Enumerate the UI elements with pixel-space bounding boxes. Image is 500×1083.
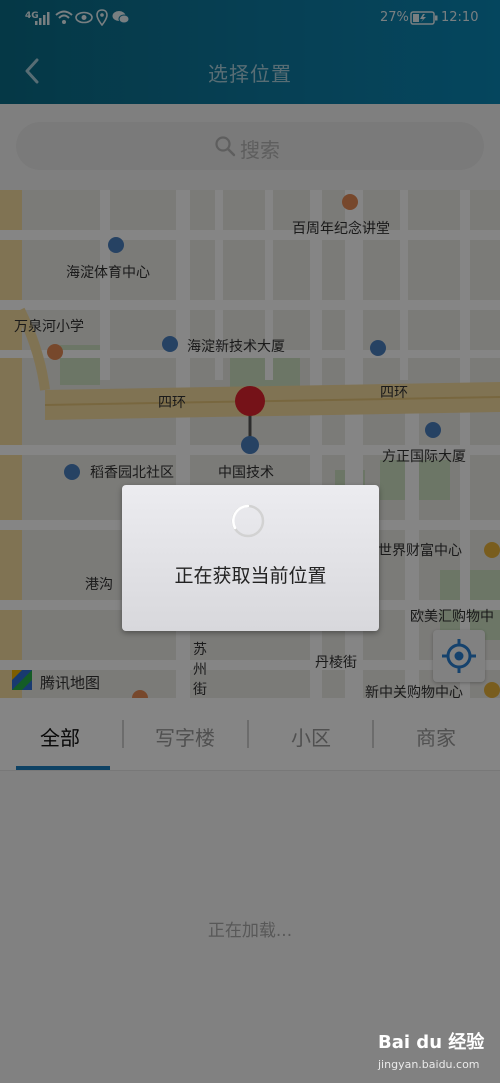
spinner-icon <box>231 504 265 538</box>
dialog-message: 正在获取当前位置 <box>174 565 327 587</box>
watermark-brand: Bai du 经验 <box>378 1032 485 1053</box>
baidu-watermark: Bai du 经验 jingyan.baidu.com <box>378 1028 496 1076</box>
watermark-url: jingyan.baidu.com <box>378 1058 480 1071</box>
